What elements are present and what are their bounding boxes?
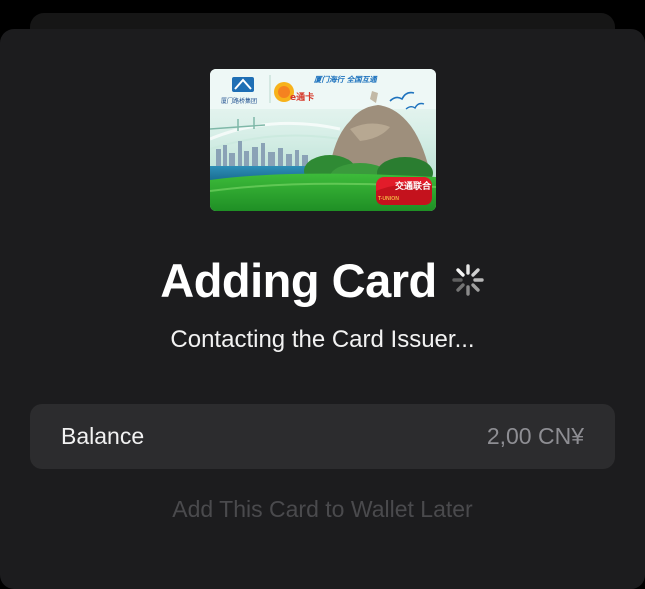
page-title: Adding Card <box>160 253 437 307</box>
card-slogan: 厦门海行 全国互通 <box>313 75 378 84</box>
t-union-badge-text: 交通联合 <box>395 180 432 192</box>
t-union-badge-subtext: T-UNION <box>377 196 399 202</box>
balance-label: Balance <box>61 423 145 449</box>
status-subtitle: Contacting the Card Issuer... <box>170 326 475 353</box>
transit-card-artwork: 厦门路桥集团 e通卡 厦门海行 全国互通 交通联合 T-UNION <box>210 69 436 211</box>
operator-logo-text: 厦门路桥集团 <box>221 97 257 105</box>
balance-row: Balance 2,00 CN¥ <box>30 404 615 469</box>
brand-logo-text: e通卡 <box>290 91 314 103</box>
balance-value: 2,00 CN¥ <box>486 423 584 449</box>
loading-spinner-icon <box>452 264 484 296</box>
add-card-later-button[interactable]: Add This Card to Wallet Later <box>0 496 645 523</box>
title-row: Adding Card <box>0 248 645 312</box>
transit-card-image: 厦门路桥集团 e通卡 厦门海行 全国互通 交通联合 T-UNION <box>210 69 436 211</box>
